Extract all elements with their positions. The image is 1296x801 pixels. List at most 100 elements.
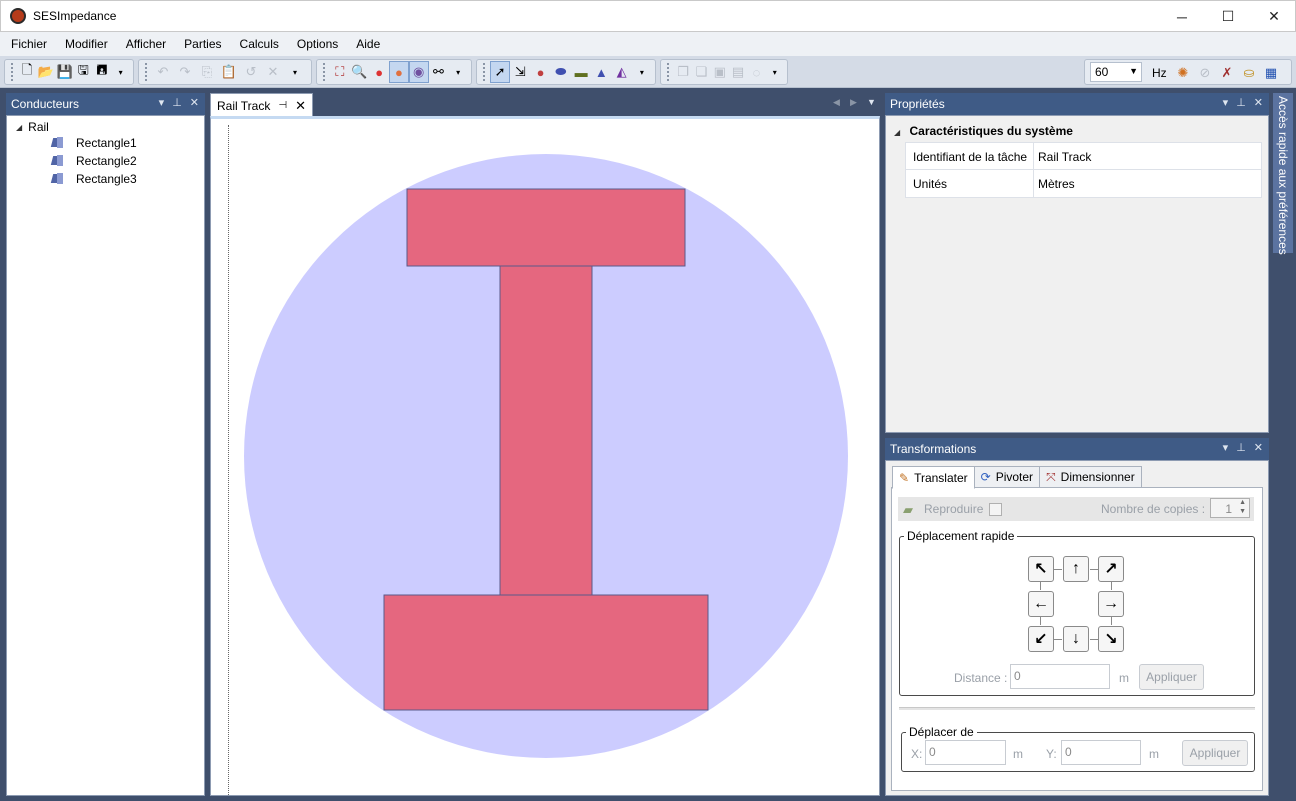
menu-parties[interactable]: Parties [177, 37, 228, 51]
rail-web-rectangle[interactable] [499, 265, 593, 596]
tab-translater[interactable]: ✎ Translater [892, 466, 975, 489]
reproduire-checkbox[interactable] [989, 503, 1002, 516]
tree-item-rectangle1[interactable]: Rectangle1 [50, 136, 137, 150]
color-wheel-icon[interactable]: ✺ [1172, 62, 1194, 84]
save-as-icon[interactable]: 🖫 [74, 61, 93, 83]
expand-triangle-icon[interactable]: ◢ [894, 128, 900, 137]
circle-tool-icon[interactable]: ● [530, 61, 550, 83]
tree-item-rectangle2[interactable]: Rectangle2 [50, 154, 137, 168]
move-up-left-button[interactable]: ↖ [1028, 556, 1054, 582]
dropdown-icon[interactable]: ▾ [1223, 441, 1229, 454]
send-back-icon[interactable]: ❏ [692, 61, 710, 83]
binoculars-icon[interactable]: ⚯ [429, 61, 449, 83]
ses-logo-icon[interactable]: ▦ [1260, 62, 1282, 84]
appliquer-distance-button[interactable]: Appliquer [1139, 664, 1204, 690]
rotate-icon[interactable]: ↺ [240, 61, 262, 83]
close-icon[interactable]: ✕ [1254, 441, 1263, 454]
toolbar-overflow-icon[interactable]: ▾ [448, 61, 468, 83]
bucket-icon[interactable]: ⛀ [1238, 62, 1260, 84]
close-tab-icon[interactable]: ✕ [295, 98, 306, 114]
copy-icon[interactable]: ⎘ [196, 61, 218, 83]
toolbar-overflow-icon[interactable]: ▾ [766, 61, 784, 83]
property-category[interactable]: ◢ Caractéristiques du système [894, 124, 1073, 138]
new-file-icon[interactable]: 🗋 [18, 61, 37, 83]
color-circles-icon[interactable]: ● [369, 61, 389, 83]
ungroup-icon[interactable]: ▤ [729, 61, 747, 83]
property-value[interactable]: Mètres [1034, 170, 1075, 197]
close-icon[interactable]: ✕ [190, 96, 199, 109]
polygon-tool-icon[interactable]: ◭ [612, 61, 632, 83]
rail-foot-rectangle[interactable] [383, 594, 709, 711]
disabled-circle-icon[interactable]: ⊘ [1194, 62, 1216, 84]
toolbar-overflow-icon[interactable]: ▾ [284, 61, 306, 83]
scroll-left-icon[interactable]: ◀ [833, 97, 840, 108]
toolbar-grip[interactable] [11, 63, 14, 81]
toolbar-grip[interactable] [667, 63, 670, 81]
redo-icon[interactable]: ↷ [174, 61, 196, 83]
menu-fichier[interactable]: Fichier [4, 37, 54, 51]
dropdown-icon[interactable]: ▾ [159, 96, 165, 109]
property-row[interactable]: Unités Mètres [905, 170, 1262, 198]
lasso-icon[interactable]: ◌ [747, 61, 765, 83]
appliquer-deplacer-button[interactable]: Appliquer [1182, 740, 1248, 766]
select-pointer-icon[interactable]: ➚ [489, 61, 511, 83]
scroll-right-icon[interactable]: ▶ [850, 97, 857, 108]
menu-options[interactable]: Options [290, 37, 345, 51]
pin-icon[interactable]: ⊥ [172, 96, 182, 109]
spin-down-icon[interactable]: ▼ [1239, 508, 1246, 515]
toolbar-grip[interactable] [483, 63, 486, 81]
bring-front-icon[interactable]: ❐ [674, 61, 692, 83]
tab-rail-track[interactable]: Rail Track ⊣ ✕ [210, 93, 313, 117]
menu-modifier[interactable]: Modifier [58, 37, 115, 51]
open-folder-icon[interactable]: 📂 [37, 61, 56, 83]
dropdown-icon[interactable]: ▾ [1223, 96, 1229, 109]
minimize-button[interactable]: ─ [1159, 1, 1205, 32]
tree-item-rail[interactable]: ◢ Rail [16, 120, 49, 134]
paste-icon[interactable]: 📋 [218, 61, 240, 83]
triangle-tool-icon[interactable]: ▲ [591, 61, 611, 83]
tools-icon[interactable]: ✗ [1216, 62, 1238, 84]
move-down-right-button[interactable]: ↘ [1098, 626, 1124, 652]
tab-pivoter[interactable]: ⟳ Pivoter [973, 466, 1041, 488]
zoom-icon[interactable]: 🔍 [350, 61, 370, 83]
save-all-icon[interactable]: 🖪 [93, 61, 112, 83]
fit-view-icon[interactable]: ⛶ [330, 61, 350, 83]
toolbar-overflow-icon[interactable]: ▾ [111, 61, 130, 83]
move-up-button[interactable]: ↑ [1063, 556, 1089, 582]
preferences-side-tab[interactable]: Accès rapide aux préférences [1273, 93, 1293, 255]
maximize-button[interactable]: ☐ [1205, 1, 1251, 32]
toolbar-grip[interactable] [145, 63, 148, 81]
close-button[interactable]: ✕ [1251, 1, 1296, 32]
toolbar-grip[interactable] [323, 63, 326, 81]
move-down-left-button[interactable]: ↙ [1028, 626, 1054, 652]
multi-select-icon[interactable]: ⇲ [510, 61, 530, 83]
property-value[interactable]: Rail Track [1034, 143, 1091, 169]
rail-head-rectangle[interactable] [406, 188, 686, 267]
undo-icon[interactable]: ↶ [152, 61, 174, 83]
shape-view-icon[interactable]: ◉ [408, 61, 429, 83]
nombre-copies-stepper[interactable]: 1 ▲ ▼ [1210, 498, 1250, 518]
tree-item-rectangle3[interactable]: Rectangle3 [50, 172, 137, 186]
frequency-select[interactable]: 60 ▼ [1090, 62, 1142, 82]
ellipse-tool-icon[interactable]: ⬬ [551, 61, 571, 83]
toolbar-overflow-icon[interactable]: ▾ [632, 61, 652, 83]
menu-calculs[interactable]: Calculs [233, 37, 286, 51]
property-row[interactable]: Identifiant de la tâche Rail Track [905, 142, 1262, 170]
spin-up-icon[interactable]: ▲ [1239, 499, 1246, 506]
drawing-canvas[interactable] [210, 116, 880, 796]
group-icon[interactable]: ▣ [711, 61, 729, 83]
tab-list-icon[interactable]: ▼ [867, 97, 876, 107]
color-fill-icon[interactable]: ● [389, 61, 409, 83]
x-input[interactable]: 0 [925, 740, 1006, 765]
pin-icon[interactable]: ⊥ [1236, 441, 1246, 454]
menu-aide[interactable]: Aide [349, 37, 387, 51]
menu-afficher[interactable]: Afficher [119, 37, 173, 51]
tab-dimensionner[interactable]: ⤧ Dimensionner [1039, 466, 1142, 488]
move-left-button[interactable]: ← [1028, 591, 1054, 617]
expand-triangle-icon[interactable]: ◢ [16, 123, 22, 132]
move-up-right-button[interactable]: ↗ [1098, 556, 1124, 582]
move-down-button[interactable]: ↓ [1063, 626, 1089, 652]
pin-icon[interactable]: ⊥ [1236, 96, 1246, 109]
close-icon[interactable]: ✕ [1254, 96, 1263, 109]
pin-icon[interactable]: ⊣ [278, 100, 287, 111]
